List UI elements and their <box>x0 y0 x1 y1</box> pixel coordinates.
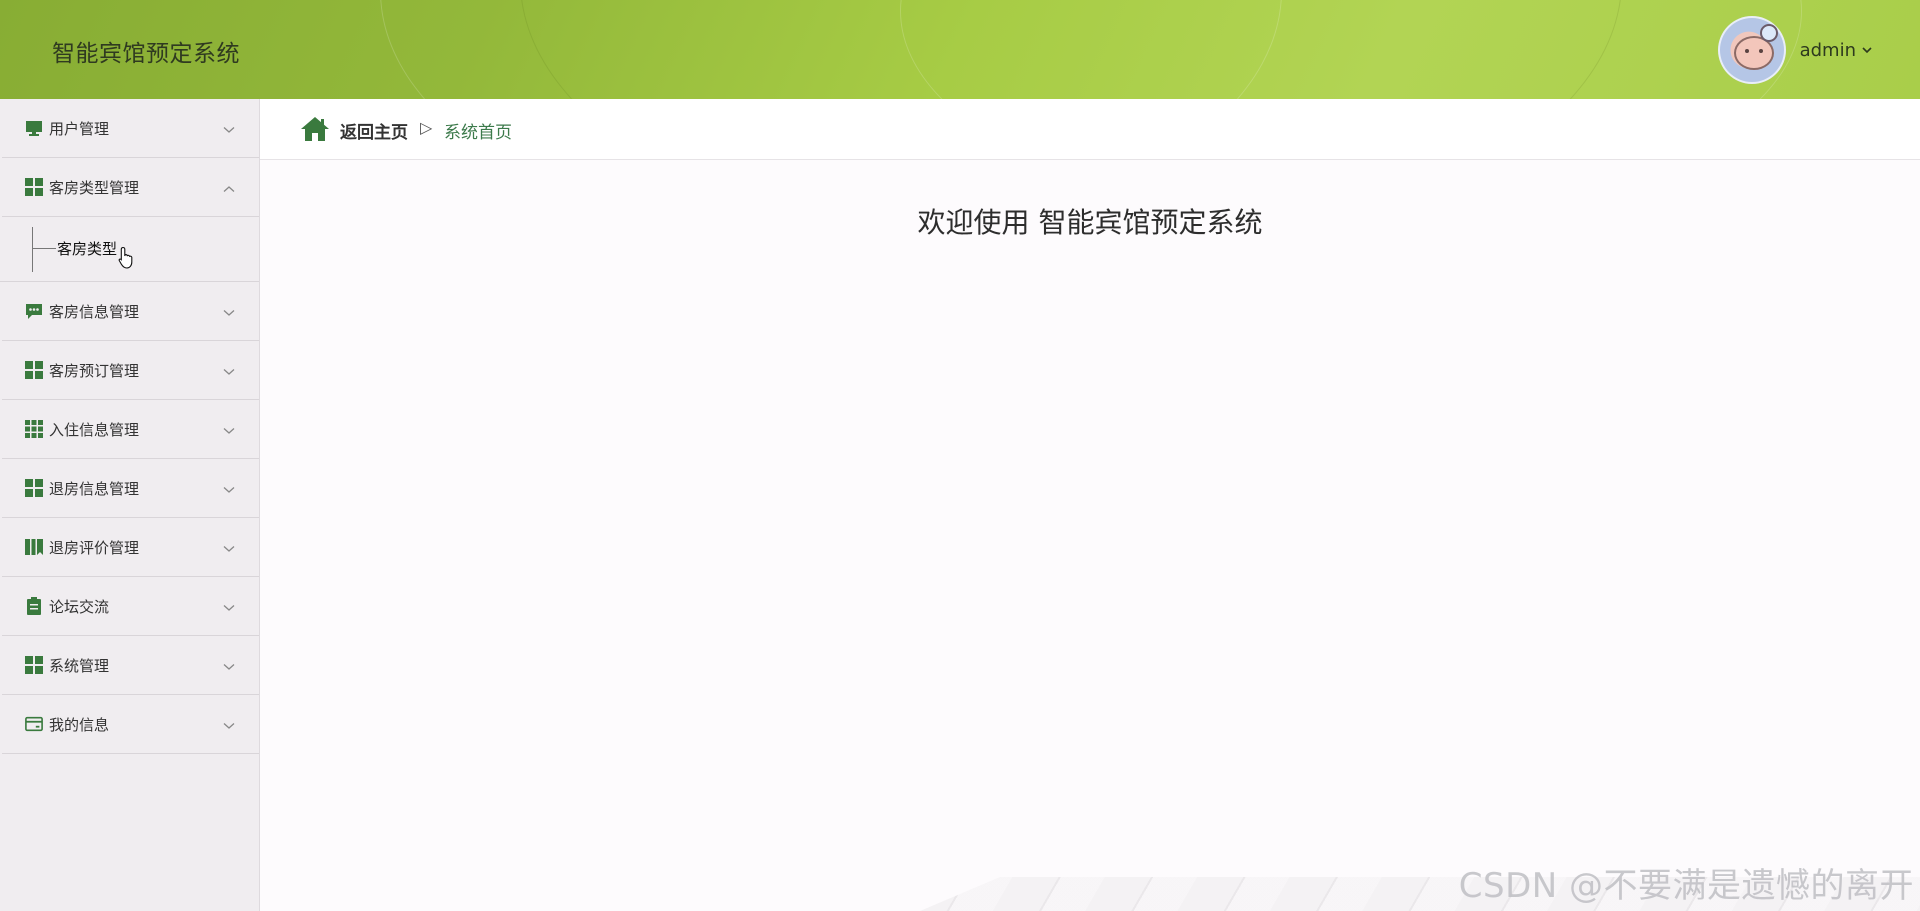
header-decoration <box>900 0 1802 99</box>
sidebar-item-label: 入住信息管理 <box>49 420 140 439</box>
sidebar-item-system-management[interactable]: 系统管理 <box>2 636 259 695</box>
sidebar-item-label: 用户管理 <box>49 119 110 138</box>
sidebar-item-checkin-management[interactable]: 入住信息管理 <box>2 400 259 459</box>
hand-cursor-icon <box>118 246 136 274</box>
chevron-down-icon <box>1862 43 1872 57</box>
username-dropdown[interactable]: admin <box>1800 40 1872 61</box>
welcome-message: 欢迎使用 智能宾馆预定系统 <box>917 206 1263 239</box>
sidebar-item-checkout-management[interactable]: 退房信息管理 <box>2 459 259 518</box>
chevron-down-icon <box>223 656 235 675</box>
chevron-down-icon <box>223 302 235 321</box>
sidebar-item-label: 客房类型管理 <box>49 178 140 197</box>
monitor-icon <box>25 119 43 137</box>
grid-nine-icon <box>25 420 43 438</box>
avatar[interactable] <box>1717 16 1786 84</box>
breadcrumb-current: 系统首页 <box>444 123 512 143</box>
chevron-down-icon <box>223 479 235 498</box>
grid-icon <box>25 361 43 379</box>
chevron-down-icon <box>223 715 235 734</box>
sidebar-item-label: 系统管理 <box>49 656 110 675</box>
chevron-down-icon <box>223 538 235 557</box>
chevron-up-icon <box>223 178 235 197</box>
chevron-down-icon <box>223 361 235 380</box>
sidebar: 用户管理 客房类型管理 客房类型 客房信息管理 客房预订管理 入住信息管理 退房… <box>0 99 260 911</box>
user-menu[interactable]: admin <box>1717 16 1872 84</box>
sidebar-item-label: 客房信息管理 <box>49 302 140 321</box>
grid-icon <box>25 178 43 196</box>
sidebar-item-room-info-management[interactable]: 客房信息管理 <box>2 282 259 341</box>
sidebar-item-user-management[interactable]: 用户管理 <box>2 99 259 158</box>
clipboard-icon <box>25 597 43 615</box>
sidebar-item-label: 客房预订管理 <box>49 361 140 380</box>
sidebar-item-label: 我的信息 <box>49 715 110 734</box>
sidebar-item-room-type-management[interactable]: 客房类型管理 <box>2 158 259 217</box>
chat-icon <box>25 302 43 320</box>
sidebar-subitem-room-type[interactable]: 客房类型 <box>57 238 117 259</box>
sidebar-item-label: 退房信息管理 <box>49 479 140 498</box>
breadcrumb: 返回主页 ▷ 系统首页 <box>260 99 1920 160</box>
username-label: admin <box>1799 39 1856 61</box>
chevron-down-icon <box>223 119 235 138</box>
chevron-down-icon <box>223 420 235 439</box>
breadcrumb-home-link[interactable]: 返回主页 <box>340 118 408 143</box>
card-icon <box>25 715 43 733</box>
app-title: 智能宾馆预定系统 <box>52 41 240 67</box>
grid-icon <box>25 479 43 497</box>
sidebar-item-room-booking-management[interactable]: 客房预订管理 <box>2 341 259 400</box>
grid-icon <box>25 656 43 674</box>
sidebar-item-label: 退房评价管理 <box>49 538 140 557</box>
breadcrumb-separator: ▷ <box>420 118 433 137</box>
home-icon[interactable] <box>300 116 330 146</box>
book-icon <box>25 538 43 556</box>
top-header: 智能宾馆预定系统 admin <box>0 0 1920 99</box>
sidebar-item-label: 论坛交流 <box>49 597 110 616</box>
sidebar-item-my-info[interactable]: 我的信息 <box>2 695 259 754</box>
sidebar-item-checkout-review-management[interactable]: 退房评价管理 <box>2 518 259 577</box>
chevron-down-icon <box>223 597 235 616</box>
watermark: CSDN @不要满是遗憾的离开 <box>1458 866 1914 906</box>
sidebar-item-forum[interactable]: 论坛交流 <box>2 577 259 636</box>
